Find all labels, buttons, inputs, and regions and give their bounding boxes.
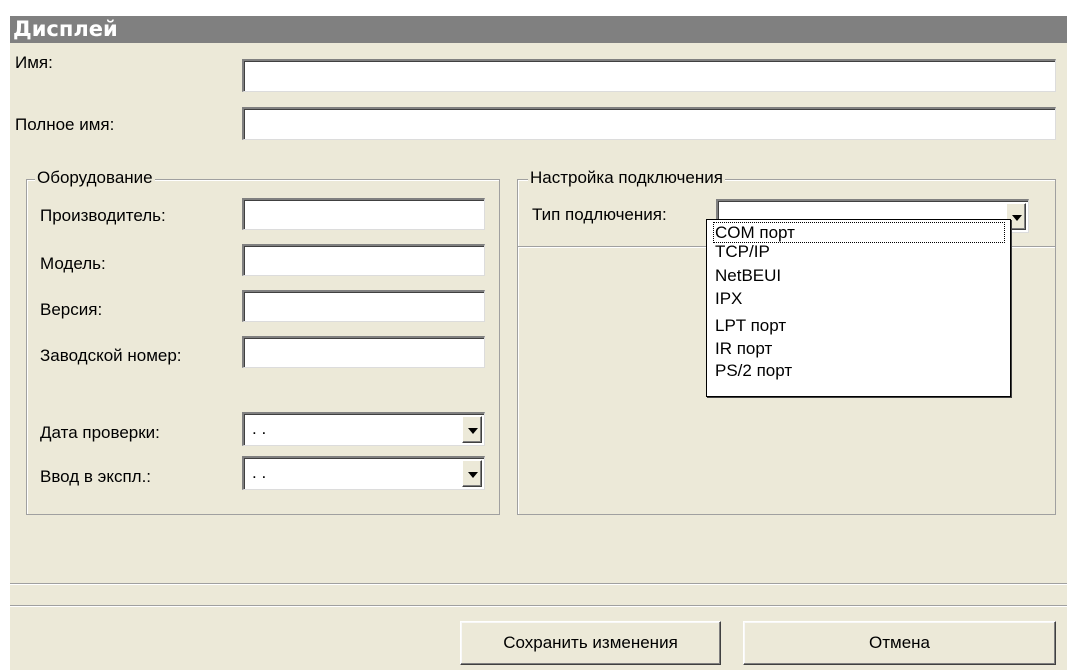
check-date-label: Дата проверки: [40, 423, 160, 442]
version-input[interactable] [242, 290, 485, 322]
manufacturer-input[interactable] [242, 198, 485, 230]
window-title: Дисплей [10, 16, 1067, 43]
button-bar-separator [10, 605, 1067, 607]
save-changes-button[interactable]: Сохранить изменения [460, 621, 721, 665]
check-date-value: . . [252, 419, 267, 438]
check-date-combo[interactable]: . . [242, 412, 485, 446]
dropdown-option-ipx[interactable]: IPX [715, 289, 742, 308]
dropdown-option-com[interactable]: COM порт [713, 222, 1005, 243]
name-input[interactable] [242, 59, 1056, 92]
bottom-separator [10, 583, 1067, 585]
model-label: Модель: [40, 254, 106, 273]
check-date-dropdown-arrow-icon[interactable] [462, 416, 482, 443]
dropdown-option-netbeui[interactable]: NetBEUI [715, 266, 781, 285]
dropdown-option-lpt[interactable]: LPT порт [715, 316, 786, 335]
manufacturer-label: Производитель: [40, 206, 166, 225]
connection-group-title: Настройка подключения [528, 168, 725, 187]
serial-input[interactable] [242, 336, 485, 368]
dropdown-option-ir[interactable]: IR порт [715, 339, 772, 358]
model-input[interactable] [242, 244, 485, 276]
version-label: Версия: [40, 300, 103, 319]
equipment-group-title: Оборудование [35, 168, 155, 187]
fullname-label: Полное имя: [15, 115, 115, 134]
name-label: Имя: [15, 53, 53, 72]
fullname-input[interactable] [242, 107, 1056, 140]
commission-value: . . [252, 463, 267, 482]
commission-dropdown-arrow-icon[interactable] [462, 460, 482, 487]
connection-type-label: Тип подлючения: [532, 205, 667, 224]
serial-label: Заводской номер: [40, 346, 182, 365]
commission-label: Ввод в экспл.: [40, 467, 152, 486]
dropdown-option-ps2[interactable]: PS/2 порт [715, 361, 792, 380]
cancel-button[interactable]: Отмена [743, 621, 1056, 665]
dropdown-option-tcpip[interactable]: TCP/IP [715, 242, 770, 261]
commission-combo[interactable]: . . [242, 456, 485, 490]
connection-type-dropdown-list: COM порт TCP/IP NetBEUI IPX LPT порт IR … [706, 219, 1011, 397]
